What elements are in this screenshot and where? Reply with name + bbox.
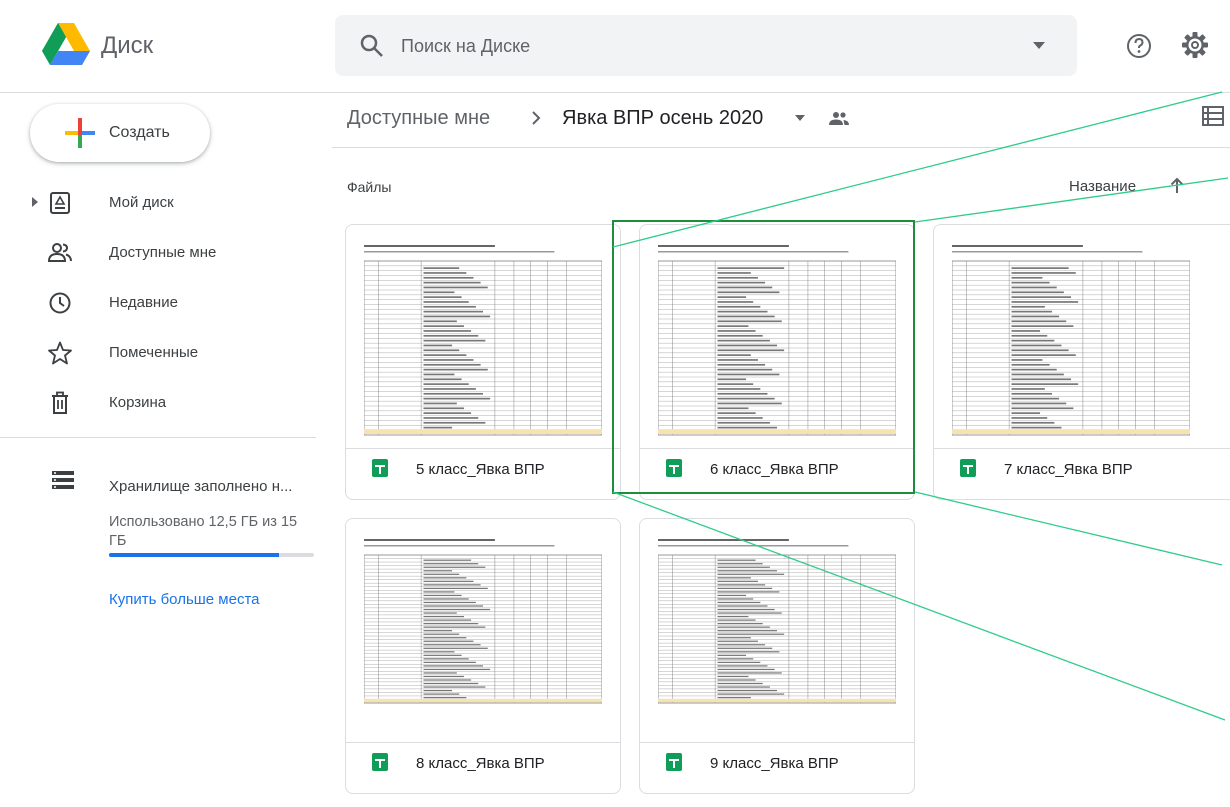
annotation-callout-lines [612,91,1229,721]
